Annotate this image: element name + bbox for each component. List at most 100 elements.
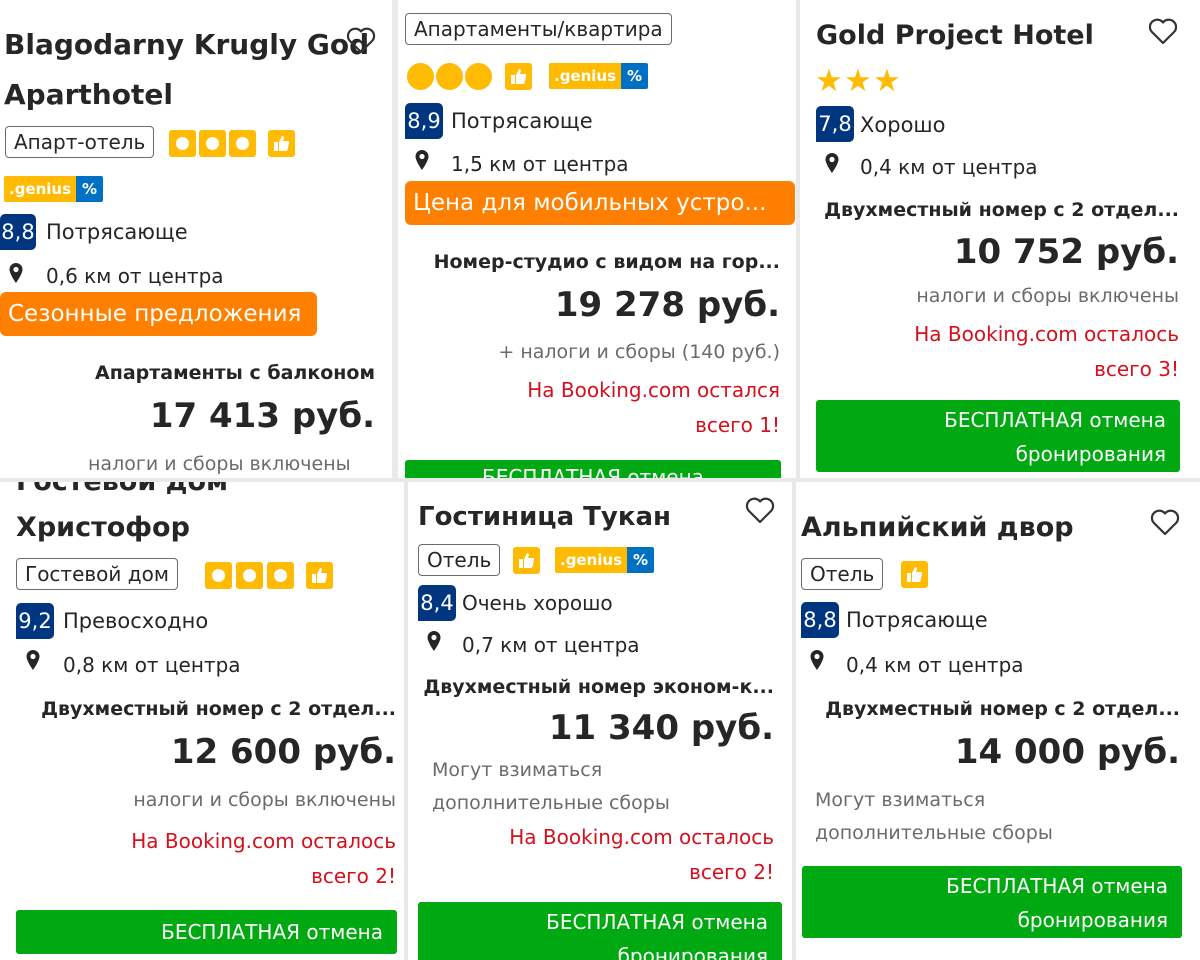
review-rating-text: Потрясающе: [846, 608, 988, 632]
scarcity-line: На Booking.com осталось: [509, 825, 774, 849]
hotel-card-gold-project[interactable]: Gold Project Hotel ★ ★ ★ 7,8 Хорошо 0,4 …: [800, 0, 1200, 478]
free-cancellation-line: БЕСПЛАТНАЯ отмена: [944, 408, 1166, 432]
scarcity-message: На Booking.com осталось всего 3!: [914, 317, 1179, 387]
rating-square-icon: [236, 562, 263, 589]
rating-square-icon: [229, 130, 256, 157]
free-cancellation-button[interactable]: БЕСПЛАТНАЯ отмена: [405, 460, 781, 478]
room-type: Двухместный номер с 2 отдел...: [824, 199, 1179, 221]
genius-badge: .genius%: [555, 547, 655, 573]
star-icon: ★: [844, 63, 872, 99]
distance-text[interactable]: 0,4 км от центра: [860, 155, 1038, 179]
review-rating-text: Потрясающе: [451, 109, 593, 133]
genius-label: .genius: [555, 547, 628, 573]
price: 12 600 руб.: [170, 732, 396, 772]
rating-circle-icon: [436, 63, 463, 90]
free-cancellation-line: бронирования: [1015, 442, 1166, 466]
taxes-note: налоги и сборы включены: [133, 789, 396, 811]
heart-icon[interactable]: [346, 26, 376, 54]
scarcity-message: На Booking.com осталось всего 2!: [131, 824, 396, 894]
review-score: 8,8: [0, 214, 36, 250]
map-pin-icon: [825, 153, 839, 173]
scarcity-line: На Booking.com осталось: [131, 829, 396, 853]
hotel-title[interactable]: Альпийский двор: [801, 512, 1074, 543]
review-rating-text: Очень хорошо: [462, 591, 613, 615]
thumbs-up-icon: [268, 130, 295, 157]
price: 14 000 руб.: [954, 732, 1180, 772]
free-cancellation-button[interactable]: БЕСПЛАТНАЯ отмена бронирования: [816, 400, 1180, 472]
thumbs-up-icon: [513, 547, 540, 574]
rating-square-icon: [267, 562, 294, 589]
star-icon: ★: [815, 63, 843, 99]
promo-badge: Сезонные предложения: [0, 292, 317, 336]
thumbs-up-icon: [505, 63, 532, 90]
map-pin-icon: [26, 650, 40, 670]
scarcity-message: На Booking.com осталось всего 2!: [509, 820, 774, 890]
hotel-title-line1[interactable]: Blagodarny Krugly God: [4, 28, 369, 61]
map-pin-icon: [810, 650, 824, 670]
heart-icon[interactable]: [745, 496, 775, 524]
property-type-badge: Апарт-отель: [5, 126, 155, 158]
scarcity-line: всего 2!: [689, 860, 774, 884]
free-cancellation-line: БЕСПЛАТНАЯ отмена: [546, 910, 768, 934]
free-cancellation-line: БЕСПЛАТНАЯ отмена: [946, 874, 1168, 898]
scarcity-line: всего 3!: [1094, 357, 1179, 381]
hotel-title[interactable]: Gold Project Hotel: [816, 20, 1094, 51]
rating-circle-icon: [465, 63, 492, 90]
heart-icon[interactable]: [1148, 17, 1178, 45]
rating-square-icon: [199, 130, 226, 157]
hotel-card-tukan[interactable]: Гостиница Тукан Отель .genius% 8,4 Очень…: [408, 482, 792, 960]
room-type: Двухместный номер с 2 отдел...: [825, 698, 1180, 720]
room-type: Апартаменты с балконом: [95, 362, 375, 384]
free-cancellation-line: бронирования: [617, 944, 768, 960]
scarcity-line: всего 2!: [311, 864, 396, 888]
distance-text[interactable]: 0,4 км от центра: [846, 653, 1024, 677]
distance-text[interactable]: 0,6 км от центра: [46, 264, 224, 288]
price: 10 752 руб.: [953, 232, 1179, 272]
free-cancellation-button[interactable]: БЕСПЛАТНАЯ отмена: [16, 910, 397, 954]
room-type: Двухместный номер эконом-к...: [423, 676, 774, 698]
hotel-title-line2[interactable]: Aparthotel: [4, 78, 173, 111]
hotel-card-apartments[interactable]: Апартаменты/квартира .genius% 8,9 Потряс…: [398, 0, 796, 478]
promo-badge: Цена для мобильных устро...: [405, 181, 795, 225]
genius-label: .genius: [4, 176, 77, 202]
review-score: 8,4: [418, 585, 456, 621]
distance-text[interactable]: 1,5 км от центра: [451, 152, 629, 176]
free-cancellation-button[interactable]: БЕСПЛАТНАЯ отмена бронирования: [802, 866, 1182, 938]
genius-badge: .genius%: [4, 176, 104, 202]
property-type-badge: Гостевой дом: [16, 558, 178, 590]
hotel-card-khristofor[interactable]: Гостевой дом Христофор Гостевой дом 9,2 …: [0, 482, 404, 960]
review-rating-text: Хорошо: [860, 113, 946, 137]
review-score: 9,2: [16, 603, 54, 639]
distance-text[interactable]: 0,7 км от центра: [462, 633, 640, 657]
scarcity-line: На Booking.com остался: [527, 378, 780, 402]
star-icon: ★: [873, 63, 901, 99]
property-type-badge: Апартаменты/квартира: [405, 13, 672, 45]
property-type-badge: Отель: [801, 558, 884, 590]
genius-percent: %: [76, 176, 104, 202]
genius-percent: %: [621, 63, 649, 89]
free-cancellation-button[interactable]: БЕСПЛАТНАЯ отмена бронирования: [418, 902, 782, 960]
map-pin-icon: [415, 150, 429, 170]
review-score: 8,8: [801, 602, 839, 638]
heart-icon[interactable]: [1150, 508, 1180, 536]
extra-fees-line: дополнительные сборы: [432, 792, 670, 814]
extra-fees-line: дополнительные сборы: [815, 822, 1053, 844]
extra-fees-note: Могут взиматься дополнительные сборы: [815, 784, 1053, 850]
hotel-title-line0[interactable]: Гостевой дом: [16, 482, 228, 497]
rating-square-icon: [205, 562, 232, 589]
hotel-card-alpiysky-dvor[interactable]: Альпийский двор Отель 8,8 Потрясающе 0,4…: [796, 482, 1200, 960]
review-rating-text: Потрясающе: [46, 220, 188, 244]
distance-text[interactable]: 0,8 км от центра: [63, 653, 241, 677]
room-type: Двухместный номер с 2 отдел...: [41, 698, 396, 720]
review-score: 7,8: [816, 106, 854, 142]
hotel-card-blagodarny[interactable]: Blagodarny Krugly God Aparthotel Апарт-о…: [0, 0, 392, 478]
taxes-note: + налоги и сборы (140 руб.): [498, 341, 780, 363]
property-type-badge: Отель: [418, 544, 501, 576]
hotel-title-line1[interactable]: Христофор: [16, 512, 190, 543]
genius-percent: %: [627, 547, 655, 573]
price: 11 340 руб.: [548, 708, 774, 748]
scarcity-line: всего 1!: [695, 413, 780, 437]
hotel-title[interactable]: Гостиница Тукан: [418, 502, 671, 532]
genius-label: .genius: [549, 63, 622, 89]
taxes-note: налоги и сборы включены: [916, 285, 1179, 307]
